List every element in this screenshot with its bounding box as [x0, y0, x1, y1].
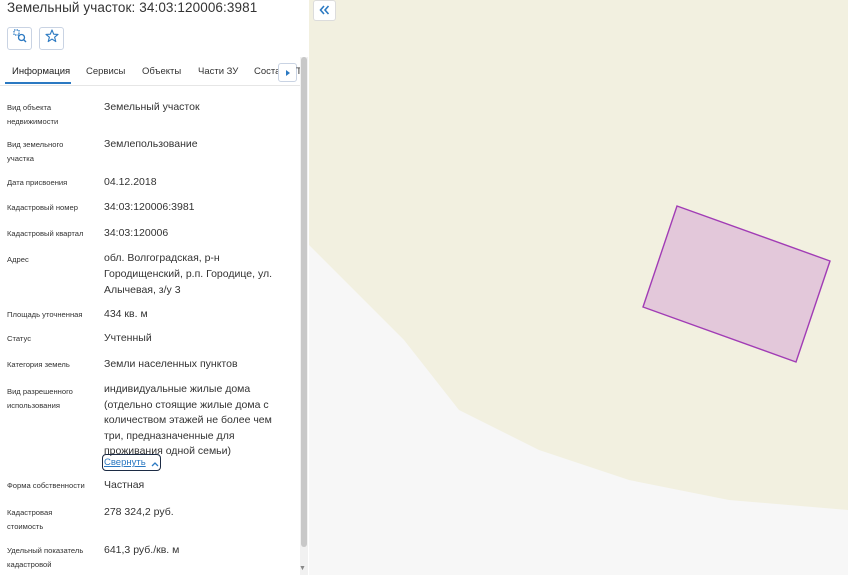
info-panel: Земельный участок: 34:03:120006:3981 Инф…: [0, 0, 309, 575]
field-value: индивидуальные жилые дома (отдельно стоя…: [104, 383, 272, 457]
field-value: 34:03:120006: [104, 227, 169, 239]
field-label: Вид земельного участка: [7, 140, 64, 163]
field-label: Вид разрешенного использования: [7, 387, 73, 410]
field-label: Удельный показатель кадастровой: [7, 546, 84, 569]
field-value: Землепользование: [104, 138, 198, 150]
scroll-down-arrow-icon[interactable]: ▼: [299, 565, 306, 572]
double-chevron-left-icon: [319, 2, 330, 20]
attributes-list: Вид объекта недвижимости Земельный участ…: [0, 0, 300, 575]
field-value: Земельный участок: [104, 101, 200, 113]
collapse-panel-button[interactable]: [313, 0, 336, 21]
land-parcel-polygon: [642, 205, 831, 363]
field-label: Вид объекта недвижимости: [7, 103, 59, 126]
field-label: Кадастровый номер: [7, 203, 78, 212]
field-label: Статус: [7, 334, 32, 343]
field-value: Учтенный: [104, 332, 152, 344]
field-value: Частная: [104, 479, 145, 491]
collapse-label: Свернуть: [104, 457, 146, 468]
field-value: 278 324,2 руб.: [104, 506, 174, 518]
field-value: 641,3 руб./кв. м: [104, 544, 180, 556]
collapse-link[interactable]: Свернуть: [102, 454, 161, 471]
field-label: Категория земель: [7, 360, 70, 369]
field-label: Дата присвоения: [7, 178, 68, 187]
map-canvas: [309, 205, 848, 575]
field-value: обл. Волгоградская, р-н Городищенский, р…: [104, 252, 273, 296]
scrollbar-thumb[interactable]: [301, 57, 307, 547]
map-view[interactable]: [309, 0, 848, 575]
field-label: Кадастровый квартал: [7, 229, 84, 238]
field-label: Адрес: [7, 255, 29, 264]
chevron-up-icon: [151, 454, 159, 472]
field-value: 34:03:120006:3981: [104, 201, 195, 213]
field-label: Кадастровая стоимость: [7, 508, 53, 531]
field-label: Площадь уточненная: [7, 310, 83, 319]
field-value: 04.12.2018: [104, 176, 157, 188]
field-label: Форма собственности: [7, 481, 85, 490]
field-value: 434 кв. м: [104, 308, 148, 320]
field-value: Земли населенных пунктов: [104, 358, 238, 370]
